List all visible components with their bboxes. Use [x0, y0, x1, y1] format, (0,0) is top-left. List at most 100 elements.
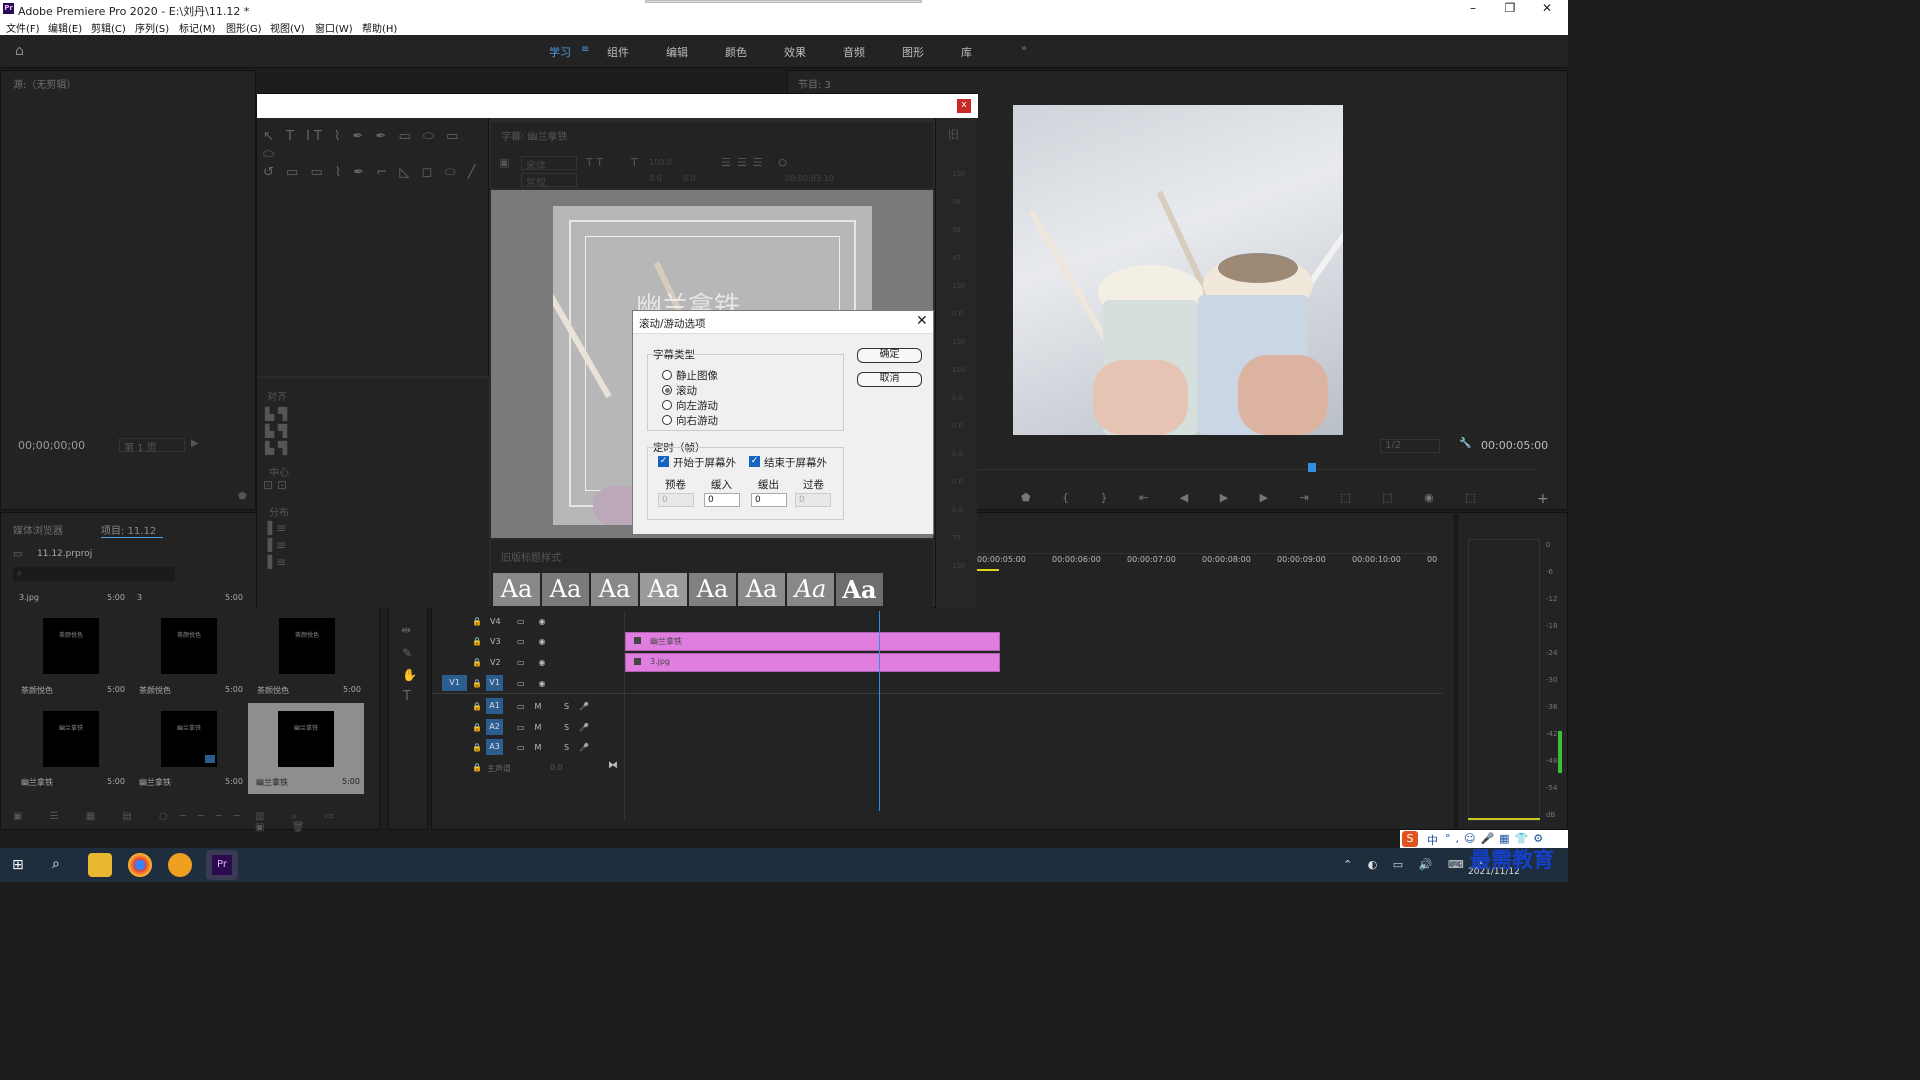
preroll-input[interactable]: 0	[658, 493, 694, 507]
audio-track-toggles[interactable]: ▭M S🎤	[517, 702, 599, 711]
search-icon[interactable]: ⌕	[52, 856, 60, 872]
workspace-learn[interactable]: 学习	[549, 44, 571, 60]
project-item[interactable]: 茶颜悦色 茶颜悦色 5:00	[13, 605, 128, 699]
lock-icon[interactable]: 🔒	[472, 658, 482, 667]
file-explorer-icon[interactable]	[88, 853, 112, 877]
new-title-icon[interactable]: ▣	[499, 156, 509, 169]
start-offscreen-checkbox[interactable]: ✓	[658, 456, 669, 467]
style-sample[interactable]: Aa	[738, 573, 785, 606]
chrome-icon[interactable]	[128, 853, 152, 877]
workspace-color[interactable]: 颜色	[725, 44, 747, 60]
menu-view[interactable]: 视图(V)	[270, 20, 305, 35]
ime-tools-icons[interactable]: °,☺🎤▦👕⚙	[1445, 832, 1548, 845]
kerning-value[interactable]: 0.0	[649, 174, 662, 183]
radio-crawl-left[interactable]	[662, 400, 672, 410]
track-toggles[interactable]: ▭◉	[517, 679, 560, 688]
ease-in-input[interactable]: 0	[704, 493, 740, 507]
close-window-button[interactable]: ✕	[1529, 0, 1565, 18]
lock-icon[interactable]: 🔒	[472, 679, 482, 688]
property-value[interactable]: 100	[952, 282, 965, 290]
track-label-v1[interactable]: V1	[486, 675, 503, 691]
menu-sequence[interactable]: 序列(S)	[135, 20, 169, 35]
premiere-taskbar-button[interactable]: Pr	[206, 850, 238, 880]
style-select[interactable]: 常规	[521, 173, 577, 189]
project-item[interactable]: 茶颜悦色 茶颜悦色 5:00	[249, 605, 364, 699]
track-toggles[interactable]: ▭◉	[517, 658, 560, 667]
postroll-input[interactable]: 0	[795, 493, 831, 507]
project-item[interactable]: 幽兰拿铁 幽兰拿铁 5:00	[13, 703, 128, 793]
property-value[interactable]: 100	[952, 366, 965, 374]
app-icon[interactable]	[168, 853, 192, 877]
property-value[interactable]: 47	[952, 254, 961, 262]
titler-tool-icons[interactable]: ↖ T IT ⌇ ✒ ✒ ▭ ⬭ ▭ ⬭ ↺ ▭ ▭ ⌇ ✒ ⌐ ◺ ◻ ⬭ ╱	[263, 128, 483, 182]
ease-out-input[interactable]: 0	[751, 493, 787, 507]
titler-close-button[interactable]: x	[957, 99, 971, 113]
tab-media-browser[interactable]: 媒体浏览器	[13, 522, 63, 537]
radio-still[interactable]	[662, 370, 672, 380]
align-icons[interactable]: ▙ ▜ ▙ ▜ ▙ ▜	[265, 406, 287, 457]
project-search-input[interactable]	[13, 567, 175, 581]
menu-clip[interactable]: 剪辑(C)	[91, 20, 126, 35]
lock-icon[interactable]: 🔒	[472, 743, 482, 752]
menu-window[interactable]: 窗口(W)	[315, 20, 353, 35]
radio-roll[interactable]	[662, 385, 672, 395]
minimize-button[interactable]: –	[1455, 0, 1491, 18]
project-item[interactable]: 幽兰拿铁 幽兰拿铁 5:00	[131, 703, 246, 793]
menu-graphics[interactable]: 图形(G)	[226, 20, 262, 35]
workspace-audio[interactable]: 音频	[843, 44, 865, 60]
transport-controls[interactable]: ⬟ { } ⇤ ◀ ▶ ▶ ⇥ ⬚ ⬚ ◉ ⬚	[1021, 491, 1490, 504]
track-select-icon[interactable]: ⇹	[401, 623, 411, 637]
style-sample[interactable]: Aa	[689, 573, 736, 606]
style-sample[interactable]: Aa	[591, 573, 638, 606]
more-workspaces-icon[interactable]: »	[1021, 43, 1027, 54]
workspace-assembly[interactable]: 组件	[607, 44, 629, 60]
project-footer-controls[interactable]: ▣ ☰ ▦ ▤ ○────	[13, 811, 252, 822]
type-tool-icon[interactable]: T	[403, 689, 411, 704]
cancel-button[interactable]: 取消	[857, 372, 922, 387]
style-sample[interactable]: Aa	[836, 573, 883, 606]
tab-project[interactable]: 项目: 11.12	[101, 522, 156, 537]
menu-edit[interactable]: 编辑(E)	[48, 20, 82, 35]
marker-icon[interactable]: ⬟	[238, 491, 247, 502]
property-value[interactable]: 56	[952, 198, 961, 206]
clip-image[interactable]: 3.jpg	[625, 653, 1000, 672]
home-icon[interactable]: ⌂	[15, 43, 24, 59]
track-label-a3[interactable]: A3	[486, 739, 503, 755]
page-select[interactable]: 第 1 页	[119, 438, 185, 454]
audio-track-toggles[interactable]: ▭M S🎤	[517, 723, 599, 732]
project-footer-actions[interactable]: ▥ ⌕ ▭ ▣ 🗑	[255, 811, 379, 833]
workspace-graphics[interactable]: 图形	[902, 44, 924, 60]
master-collapse-icon[interactable]: ⧓	[608, 760, 618, 771]
property-value[interactable]: 0.0	[952, 422, 963, 430]
text-align-icons[interactable]: ☰☰☰ ⛭	[721, 156, 793, 170]
property-value[interactable]: 0.0	[952, 450, 963, 458]
workspace-effects[interactable]: 效果	[784, 44, 806, 60]
play-arrow-icon[interactable]: ▶	[191, 438, 199, 449]
workspace-menu-icon[interactable]: ≡	[581, 44, 589, 55]
font-size-value[interactable]: 100.0	[649, 158, 672, 167]
property-value[interactable]: 0.0	[952, 394, 963, 402]
style-sample[interactable]: Aa	[542, 573, 589, 606]
playhead-icon[interactable]	[1308, 463, 1316, 472]
source-timecode[interactable]: 00;00;00;00	[18, 439, 85, 452]
style-sample[interactable]: Aa	[640, 573, 687, 606]
audio-track-toggles[interactable]: ▭M S🎤	[517, 743, 599, 752]
leading-value[interactable]: 0.0	[683, 174, 696, 183]
project-item-selected[interactable]: 幽兰拿铁 幽兰拿铁 5:00	[248, 703, 364, 794]
pen-tool-icon[interactable]: ✎	[402, 646, 412, 660]
title-duration[interactable]: 00:00:03:10	[785, 174, 834, 183]
ime-mode[interactable]: 中	[1427, 832, 1438, 848]
track-toggles[interactable]: ▭◉	[517, 637, 560, 646]
timeline-ruler[interactable]	[977, 553, 1437, 554]
menu-marker[interactable]: 标记(M)	[179, 20, 215, 35]
track-toggles[interactable]: ▭◉	[517, 617, 560, 626]
lock-icon[interactable]: 🔒	[472, 617, 482, 626]
style-sample[interactable]: Aa	[787, 573, 834, 606]
workspace-editing[interactable]: 编辑	[666, 44, 688, 60]
hand-tool-icon[interactable]: ✋	[402, 668, 417, 682]
bold-italic-icons[interactable]: T T	[586, 156, 603, 169]
menu-help[interactable]: 帮助(H)	[362, 20, 397, 35]
property-value[interactable]: 0.0	[952, 478, 963, 486]
track-label-a1[interactable]: A1	[486, 698, 503, 714]
property-value[interactable]: 100	[952, 338, 965, 346]
